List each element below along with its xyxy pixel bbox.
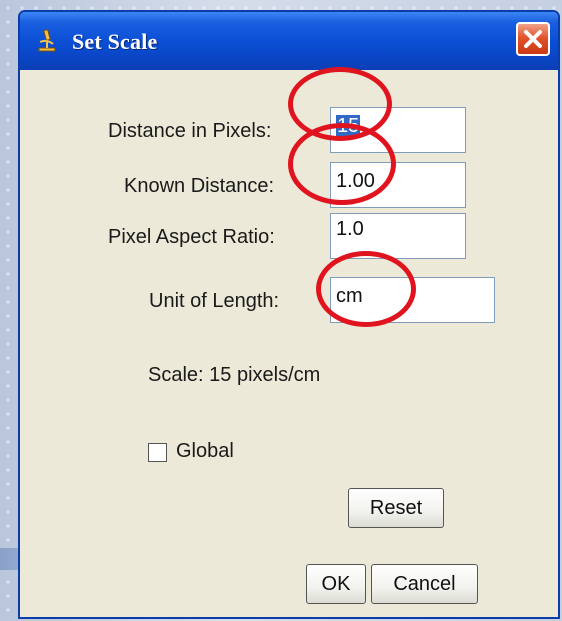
pixel-aspect-ratio-field[interactable]: 1.0 xyxy=(330,213,466,259)
close-icon xyxy=(518,24,548,54)
scale-readout: Scale: 15 pixels/cm xyxy=(148,364,321,386)
unit-of-length-label: Unit of Length: xyxy=(149,290,280,312)
reset-button[interactable]: Reset xyxy=(348,488,444,528)
close-button[interactable] xyxy=(516,22,550,56)
set-scale-dialog: Set Scale Distance in Pixels: 15 Known D… xyxy=(18,10,560,619)
distance-in-pixels-field[interactable]: 15 xyxy=(330,107,466,153)
distance-in-pixels-label: Distance in Pixels: xyxy=(108,120,272,142)
global-checkbox[interactable] xyxy=(148,443,167,462)
distance-in-pixels-value: 15 xyxy=(336,115,361,137)
dialog-body: Distance in Pixels: 15 Known Distance: 1… xyxy=(20,70,558,617)
title-bar[interactable]: Set Scale xyxy=(20,12,558,70)
ok-button[interactable]: OK xyxy=(306,564,366,604)
dialog-title: Set Scale xyxy=(72,29,158,54)
known-distance-label: Known Distance: xyxy=(124,175,275,197)
global-checkbox-label[interactable]: Global xyxy=(176,440,234,463)
unit-of-length-field[interactable]: cm xyxy=(330,277,495,323)
cancel-button[interactable]: Cancel xyxy=(371,564,478,604)
microscope-icon xyxy=(36,29,58,53)
pixel-aspect-ratio-label: Pixel Aspect Ratio: xyxy=(108,226,275,248)
known-distance-field[interactable]: 1.00 xyxy=(330,162,466,208)
